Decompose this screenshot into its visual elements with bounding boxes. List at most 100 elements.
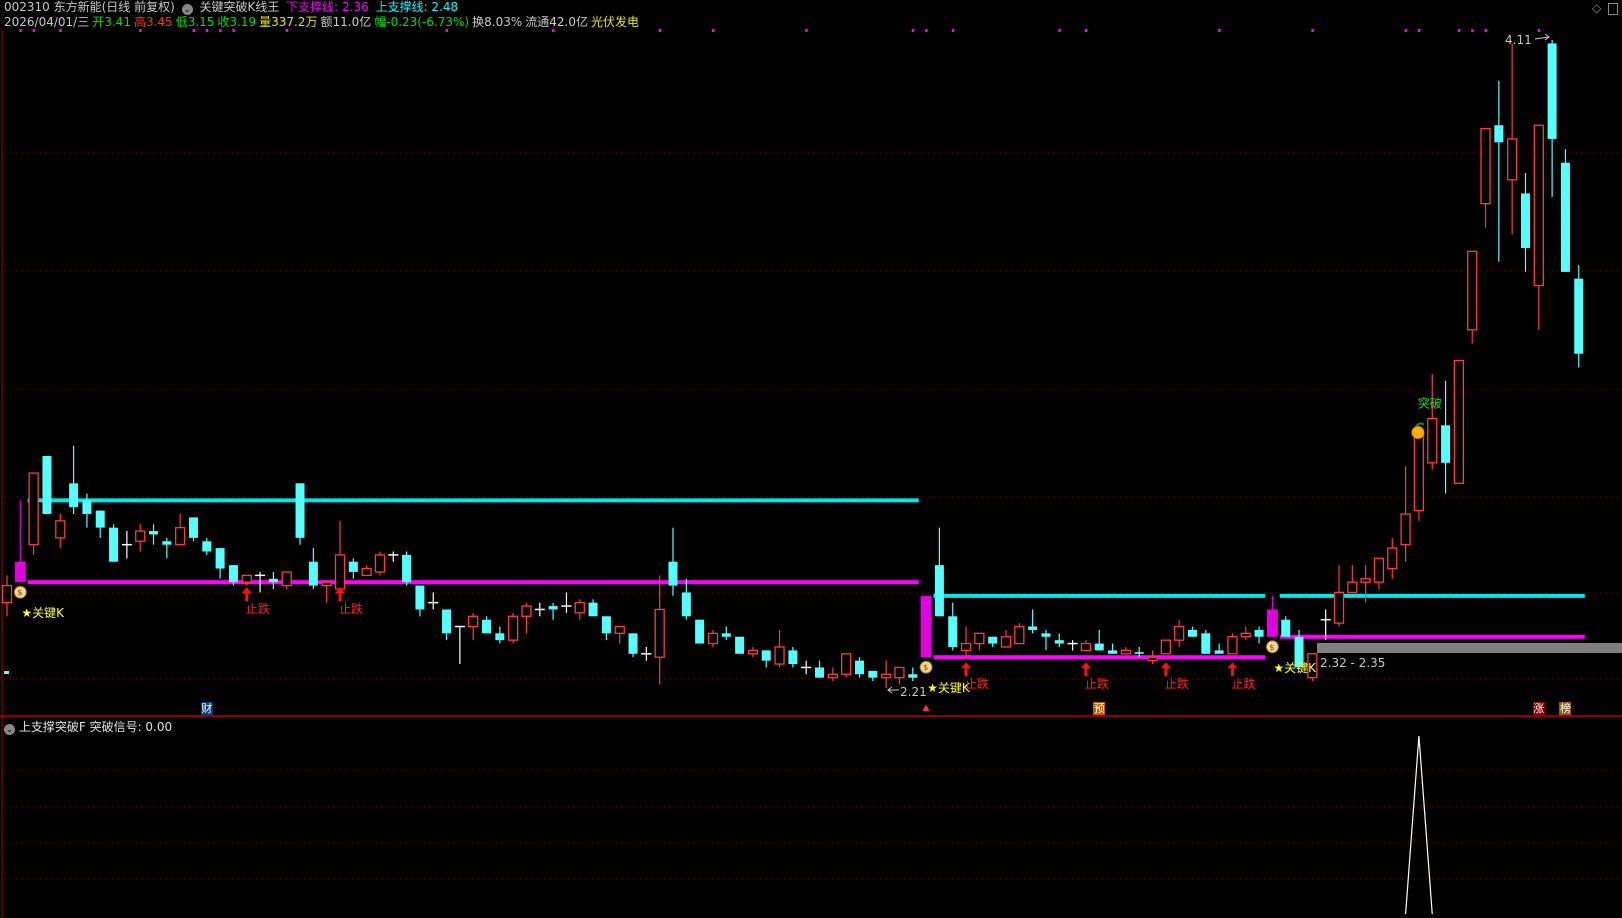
candle[interactable] <box>1067 640 1078 651</box>
key-candle[interactable] <box>920 595 932 658</box>
candle[interactable] <box>149 524 159 545</box>
candle[interactable] <box>121 531 132 559</box>
candle[interactable] <box>1441 381 1451 494</box>
candle[interactable] <box>175 513 186 546</box>
window-icon[interactable] <box>1608 3 1618 15</box>
candle[interactable] <box>1574 265 1584 368</box>
candle[interactable] <box>468 612 479 641</box>
candle[interactable] <box>534 602 545 617</box>
candle[interactable] <box>815 660 825 678</box>
candle[interactable] <box>1108 643 1118 654</box>
candle[interactable] <box>1547 40 1557 197</box>
candle[interactable] <box>281 571 292 590</box>
event-marker[interactable]: 涨 <box>1532 702 1545 715</box>
candle[interactable] <box>95 510 105 538</box>
candle[interactable] <box>1080 640 1092 652</box>
candle[interactable] <box>1281 616 1291 637</box>
candle[interactable] <box>215 548 225 579</box>
candle[interactable] <box>55 513 66 549</box>
candle[interactable] <box>707 629 719 647</box>
candle[interactable] <box>735 636 745 654</box>
candle[interactable] <box>109 524 119 562</box>
candle[interactable] <box>1387 537 1398 579</box>
candle[interactable] <box>1147 650 1158 665</box>
candle[interactable] <box>454 625 465 665</box>
candle[interactable] <box>654 575 665 685</box>
candle[interactable] <box>334 520 346 590</box>
candle[interactable] <box>614 625 625 644</box>
candle[interactable] <box>442 609 452 641</box>
candle[interactable] <box>1120 646 1132 655</box>
candle[interactable] <box>374 551 386 576</box>
candle[interactable] <box>761 650 771 668</box>
candle[interactable] <box>641 646 652 661</box>
kline-chart[interactable]: $★关键K$★关键K$★关键K止跌 止跌止跌 止跌 止跌 止跌突破4.112.212.3… <box>0 0 1622 918</box>
candle[interactable] <box>908 667 918 682</box>
candle[interactable] <box>960 626 972 658</box>
candle[interactable] <box>1174 619 1185 647</box>
candle[interactable] <box>868 670 878 682</box>
candle[interactable] <box>548 602 558 620</box>
candle[interactable] <box>1000 629 1012 648</box>
candle[interactable] <box>135 524 146 552</box>
candle[interactable] <box>1347 565 1358 594</box>
diamond-icon[interactable]: ◇ <box>1592 1 1601 15</box>
candle[interactable] <box>1054 633 1064 647</box>
candle[interactable] <box>574 599 585 620</box>
candle[interactable] <box>1254 626 1264 644</box>
candle[interactable] <box>1041 629 1051 651</box>
indicator-name[interactable]: 关键突破K线王 <box>199 0 279 14</box>
candle[interactable] <box>521 602 532 634</box>
candle[interactable] <box>1160 639 1171 655</box>
key-candle[interactable] <box>14 500 26 583</box>
candle[interactable] <box>1520 172 1530 272</box>
candle[interactable] <box>668 527 678 596</box>
candle[interactable] <box>388 551 399 562</box>
candle[interactable] <box>681 578 691 620</box>
candle[interactable] <box>1427 374 1438 470</box>
candle[interactable] <box>948 602 958 651</box>
candle[interactable] <box>1 575 13 617</box>
candle[interactable] <box>415 585 425 617</box>
circle-chevron-icon[interactable]: ⌄ <box>4 724 15 735</box>
candle[interactable] <box>588 599 598 617</box>
lower-indicator-name[interactable]: 上支撑突破F <box>19 720 86 734</box>
candle[interactable] <box>841 653 852 678</box>
candle[interactable] <box>348 558 358 579</box>
candle[interactable] <box>1453 359 1465 484</box>
candle[interactable] <box>162 537 172 559</box>
candle[interactable] <box>561 592 572 613</box>
candle[interactable] <box>747 646 759 658</box>
candle[interactable] <box>1467 250 1478 344</box>
event-marker[interactable]: 财 <box>200 702 213 715</box>
candle[interactable] <box>1400 466 1411 562</box>
candle[interactable] <box>1560 149 1570 272</box>
candle[interactable] <box>628 633 638 658</box>
candle[interactable] <box>988 636 998 647</box>
candle[interactable] <box>1094 629 1104 651</box>
event-marker[interactable]: 榜 <box>1559 702 1572 715</box>
candle[interactable] <box>894 666 905 685</box>
candle[interactable] <box>1214 643 1224 654</box>
candle[interactable] <box>827 667 838 682</box>
candle[interactable] <box>268 571 278 590</box>
candle[interactable] <box>1028 609 1038 634</box>
candle[interactable] <box>1373 557 1385 590</box>
candle[interactable] <box>601 616 611 641</box>
event-marker[interactable]: 预 <box>1093 702 1106 715</box>
candle[interactable] <box>295 483 305 545</box>
candle[interactable] <box>28 472 39 555</box>
candle[interactable] <box>1187 626 1197 637</box>
key-candle[interactable] <box>1266 595 1278 637</box>
candle[interactable] <box>69 445 79 514</box>
candle[interactable] <box>721 626 731 641</box>
candle[interactable] <box>308 548 318 590</box>
candle[interactable] <box>321 581 332 603</box>
candle[interactable] <box>1413 434 1425 521</box>
candle[interactable] <box>801 660 812 675</box>
candle[interactable] <box>495 626 505 644</box>
candle[interactable] <box>1014 623 1025 645</box>
candle[interactable] <box>402 551 412 586</box>
candle[interactable] <box>1480 128 1491 228</box>
candle[interactable] <box>42 456 52 514</box>
